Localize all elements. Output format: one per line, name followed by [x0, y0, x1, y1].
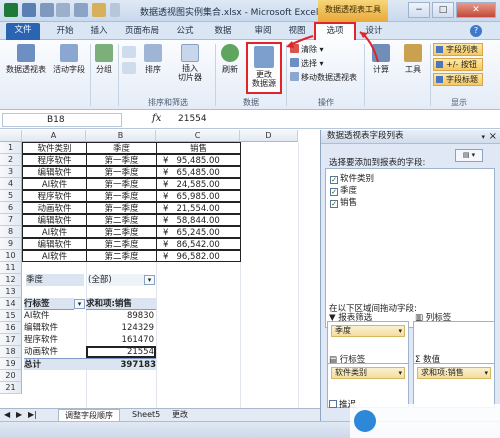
- annotation-arrows: [286, 31, 379, 63]
- watermark-shield-icon: [354, 410, 376, 432]
- arrowhead: [286, 41, 294, 48]
- watermark-logo: [350, 404, 500, 438]
